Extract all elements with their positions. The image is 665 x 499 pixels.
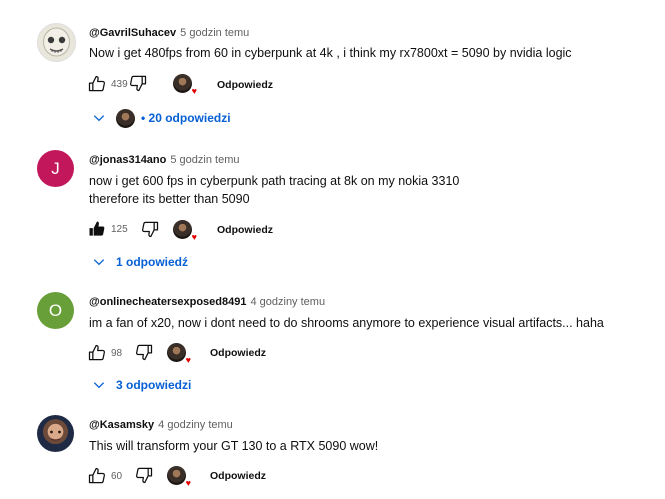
comment-time[interactable]: 4 godziny temu xyxy=(158,419,233,431)
thumbs-up-filled-icon xyxy=(89,221,105,236)
like-count: 125 xyxy=(111,223,128,235)
comment-text: Now i get 480fps from 60 in cyberpunk at… xyxy=(89,44,572,62)
avatar-letter: J xyxy=(51,158,60,178)
view-replies-button[interactable]: 3 odpowiedzi xyxy=(92,375,191,395)
avatar[interactable]: J xyxy=(37,150,74,187)
like-count: 60 xyxy=(111,470,123,482)
comment-actions: 125 xyxy=(87,217,128,241)
comment-actions: 439 xyxy=(87,72,128,96)
creator-heart-badge: ♥ xyxy=(167,466,191,488)
reply-button[interactable]: Odpowiedz xyxy=(217,224,273,236)
comment-text: This will transform your GT 130 to a RTX… xyxy=(89,437,378,455)
like-button[interactable] xyxy=(87,74,107,94)
like-button[interactable] xyxy=(87,466,107,486)
creator-heart-badge: ♥ xyxy=(167,343,191,365)
comment-text-line: Now i get 480fps from 60 in cyberpunk at… xyxy=(89,46,572,60)
comment-author[interactable]: @onlinecheatersexposed8491 xyxy=(89,296,246,308)
creator-heart-badge: ♥ xyxy=(173,220,197,242)
like-count: 439 xyxy=(111,78,128,90)
avatar[interactable] xyxy=(37,415,74,452)
comment-text-line: This will transform your GT 130 to a RTX… xyxy=(89,439,379,453)
like-count: 98 xyxy=(111,347,123,359)
comment-text: im a fan of x20, now i dont need to do s… xyxy=(89,314,604,332)
thumbs-up-icon xyxy=(88,344,105,361)
chevron-down-icon xyxy=(93,382,105,389)
like-button[interactable] xyxy=(87,343,107,363)
dislike-button[interactable] xyxy=(134,342,154,362)
heart-icon: ♥ xyxy=(191,232,197,242)
chevron-down-icon xyxy=(93,259,105,266)
reply-avatar xyxy=(116,108,135,128)
avatar[interactable]: O xyxy=(37,292,74,329)
dislike-button[interactable] xyxy=(128,73,148,93)
reply-button[interactable]: Odpowiedz xyxy=(210,470,266,482)
thumbs-up-icon xyxy=(88,467,105,484)
thumbs-down-icon xyxy=(142,221,159,238)
comment-text-line: therefore its better than 5090 xyxy=(89,192,250,206)
thumbs-down-icon xyxy=(130,75,147,92)
replies-count: 1 odpowiedź xyxy=(116,255,188,269)
avatar-letter: O xyxy=(48,300,63,320)
comment-author[interactable]: @Kasamsky xyxy=(89,419,154,431)
reply-button[interactable]: Odpowiedz xyxy=(210,347,266,359)
dislike-button[interactable] xyxy=(134,465,154,485)
chevron-down-icon xyxy=(93,115,105,122)
comment-time[interactable]: 4 godziny temu xyxy=(250,296,325,308)
thumbs-down-icon xyxy=(136,467,153,484)
heart-icon: ♥ xyxy=(191,86,197,96)
dislike-button[interactable] xyxy=(140,219,160,239)
avatar-face-icon xyxy=(43,27,70,57)
replies-count: 3 odpowiedzi xyxy=(116,378,192,392)
comment-author[interactable]: @GavrilSuhacev xyxy=(89,27,176,39)
comment-time[interactable]: 5 godzin temu xyxy=(180,27,249,39)
reply-button[interactable]: Odpowiedz xyxy=(217,79,273,91)
view-replies-button[interactable]: • 20 odpowiedzi xyxy=(92,108,231,128)
heart-icon: ♥ xyxy=(185,355,191,365)
like-button[interactable] xyxy=(87,219,107,239)
thumbs-down-icon xyxy=(136,344,153,361)
creator-heart-badge: ♥ xyxy=(173,74,197,96)
comment-text-line: now i get 600 fps in cyberpunk path trac… xyxy=(89,174,460,188)
avatar-photo-icon xyxy=(50,430,61,441)
comment-text-line: im a fan of x20, now i dont need to do s… xyxy=(89,316,604,330)
comment-author[interactable]: @jonas314ano xyxy=(89,154,166,166)
thumbs-up-icon xyxy=(88,75,105,92)
heart-icon: ♥ xyxy=(185,478,191,488)
view-replies-button[interactable]: 1 odpowiedź xyxy=(92,252,188,272)
comment-actions: 98 xyxy=(87,341,122,365)
avatar[interactable] xyxy=(37,23,76,62)
comment-actions: 60 xyxy=(87,464,122,488)
comment-time[interactable]: 5 godzin temu xyxy=(170,154,239,166)
replies-count: • 20 odpowiedzi xyxy=(141,111,231,125)
comment-text: now i get 600 fps in cyberpunk path trac… xyxy=(89,172,459,208)
